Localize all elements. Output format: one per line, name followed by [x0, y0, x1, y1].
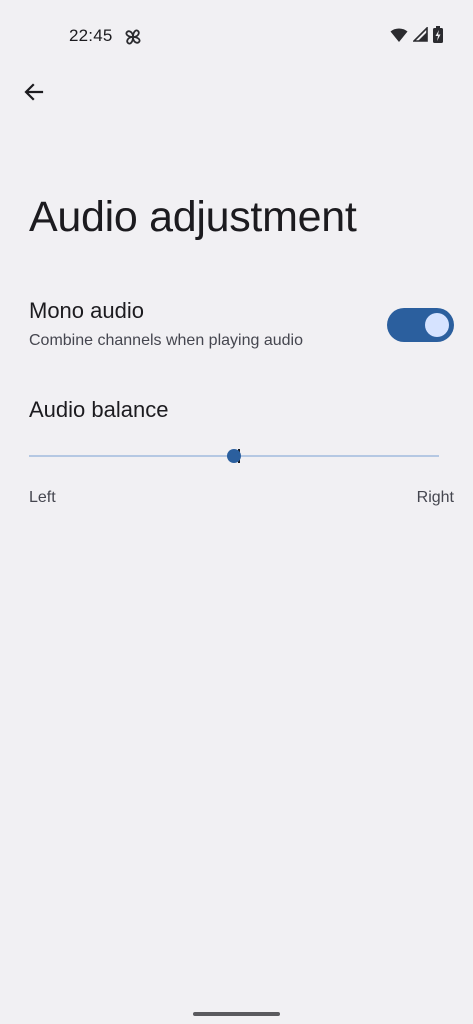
arrow-back-icon	[22, 80, 46, 109]
wifi-icon	[390, 27, 408, 43]
back-button[interactable]	[14, 74, 54, 114]
status-time: 22:45	[69, 26, 113, 45]
mono-audio-summary: Combine channels when playing audio	[29, 332, 303, 349]
slider-thumb[interactable]	[227, 449, 241, 463]
balance-right-label: Right	[416, 489, 454, 506]
balance-left-label: Left	[29, 489, 56, 506]
mono-audio-title: Mono audio	[29, 298, 144, 323]
mono-audio-row[interactable]: Mono audio Combine channels when playing…	[0, 290, 473, 360]
audio-balance-title: Audio balance	[29, 397, 169, 422]
gesture-nav-handle[interactable]	[193, 1012, 280, 1016]
audio-balance-slider[interactable]	[29, 443, 439, 469]
switch-thumb	[425, 313, 449, 337]
pinwheel-icon	[123, 27, 143, 47]
battery-charging-icon	[433, 26, 443, 43]
status-icons	[390, 26, 443, 43]
page-title: Audio adjustment	[29, 193, 357, 241]
mono-audio-switch[interactable]	[387, 308, 454, 342]
signal-icon	[413, 27, 428, 42]
status-bar: 22:45	[0, 0, 473, 72]
